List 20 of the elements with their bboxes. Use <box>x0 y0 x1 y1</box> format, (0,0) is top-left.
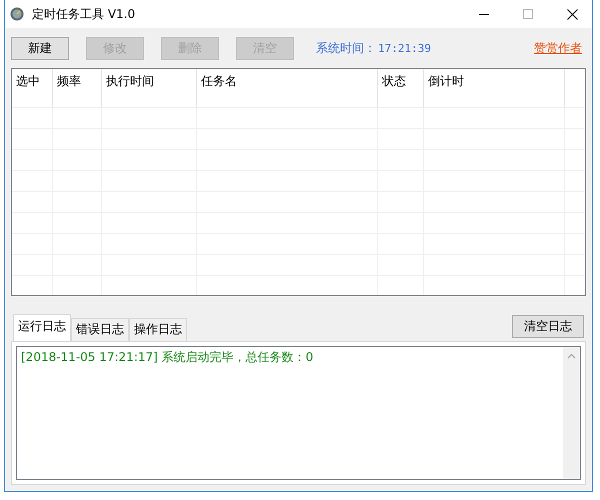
column-header[interactable]: 任务名 <box>197 69 378 107</box>
window-title: 定时任务工具 V1.0 <box>32 6 136 22</box>
log-line: [2018-11-05 17:21:17] 系统启动完毕，总任务数：0 <box>21 349 314 366</box>
time-value: 17:21:39 <box>378 42 431 54</box>
log-tab[interactable]: 运行日志 <box>13 314 71 341</box>
time-label: 系统时间： <box>316 40 376 56</box>
clock-icon <box>10 7 24 21</box>
maximize-icon[interactable] <box>523 9 533 19</box>
column-header[interactable]: 频率 <box>53 69 102 107</box>
close-icon[interactable] <box>567 8 578 20</box>
column-header[interactable]: 执行时间 <box>102 69 197 107</box>
column-header[interactable]: 状态 <box>378 69 424 107</box>
scroll-up-icon[interactable] <box>567 353 576 359</box>
log-tab[interactable]: 错误日志 <box>71 318 129 341</box>
log-tab[interactable]: 操作日志 <box>129 318 187 341</box>
column-header[interactable]: 倒计时 <box>424 69 565 107</box>
scrollbar[interactable] <box>563 347 580 479</box>
toolbar-button[interactable]: 新建 <box>11 36 69 60</box>
column-header[interactable]: 选中 <box>12 69 53 107</box>
clear-log-button[interactable]: 清空日志 <box>512 315 584 338</box>
